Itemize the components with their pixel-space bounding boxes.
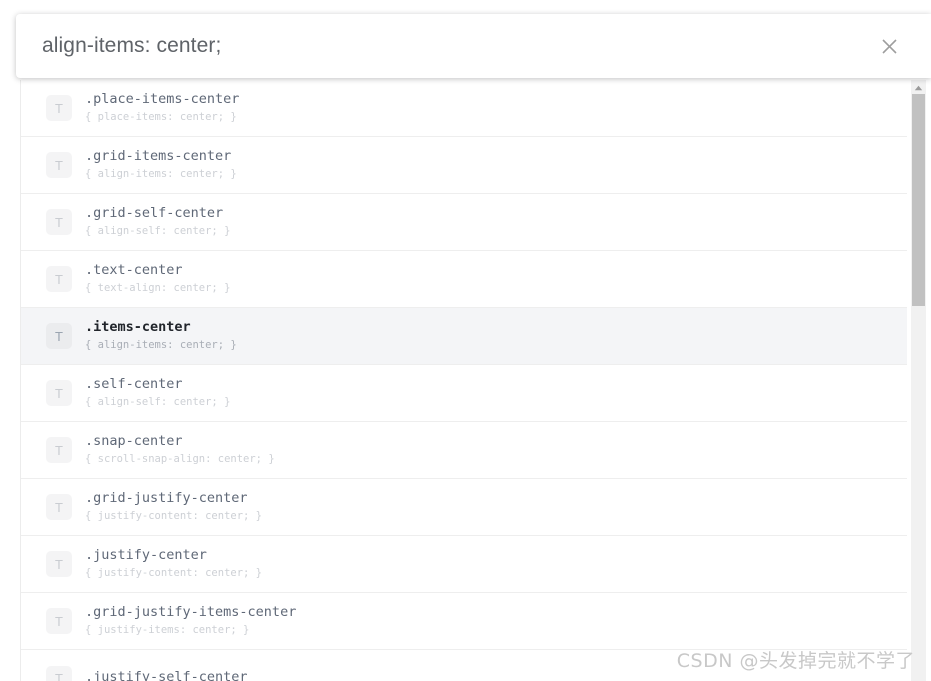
result-css-rule: { justify-content: center; } [85, 567, 263, 579]
text-type-icon: T [46, 551, 72, 577]
result-css-rule: { align-self: center; } [85, 396, 231, 408]
close-button[interactable] [867, 24, 911, 68]
text-type-icon: T [46, 152, 72, 178]
result-css-rule: { align-items: center; } [85, 339, 237, 351]
result-css-rule: { align-items: center; } [85, 168, 237, 180]
result-row-text: .self-center { align-self: center; } [85, 376, 230, 410]
result-row[interactable]: T .place-items-center { place-items: cente… [21, 80, 907, 137]
text-type-icon: T [46, 266, 72, 292]
result-row[interactable]: T .snap-center { scroll-snap-align: center… [21, 422, 907, 479]
result-class-name: .grid-self-center [85, 205, 224, 221]
results-panel: T .place-items-center { place-items: cente… [20, 80, 931, 681]
result-row-text: .snap-center { scroll-snap-align: center;… [85, 433, 275, 467]
result-row-text: .grid-self-center { align-self: center; } [85, 205, 230, 239]
result-row-text: .grid-justify-items-center { justify-item… [85, 604, 296, 638]
text-type-icon: T [46, 665, 72, 681]
text-type-icon: T [46, 380, 72, 406]
result-row-text: .place-items-center { place-items: center… [85, 91, 239, 125]
result-class-name: .text-center [85, 262, 183, 278]
result-css-rule: { justify-items: center; } [85, 624, 250, 636]
result-row-text: .justify-center { justify-content: center… [85, 547, 262, 581]
scrollbar-thumb[interactable] [912, 94, 925, 306]
result-row[interactable]: T .grid-justify-items-center { justify-ite… [21, 593, 907, 650]
result-row-text: .items-center { align-items: center; } [85, 319, 237, 353]
result-row[interactable]: T .text-center { text-align: center; } [21, 251, 907, 308]
text-type-icon: T [46, 209, 72, 235]
search-input[interactable] [40, 33, 867, 59]
result-css-rule: { place-items: center; } [85, 111, 237, 123]
text-type-icon: T [46, 95, 72, 121]
text-type-icon: T [46, 494, 72, 520]
result-row-text: .justify-self-center [85, 669, 248, 681]
result-class-name: .grid-justify-center [85, 490, 248, 506]
result-class-name: .snap-center [85, 433, 183, 449]
scroll-up-button[interactable] [911, 80, 926, 93]
result-row-text: .text-center { text-align: center; } [85, 262, 230, 296]
result-class-name: .place-items-center [85, 91, 240, 107]
result-row[interactable]: T .items-center { align-items: center; } [21, 308, 907, 365]
result-class-name: .items-center [85, 319, 191, 335]
result-class-name: .justify-center [85, 547, 207, 563]
text-type-icon: T [46, 608, 72, 634]
result-css-rule: { scroll-snap-align: center; } [85, 453, 275, 465]
result-row-text: .grid-justify-center { justify-content: c… [85, 490, 262, 524]
result-row[interactable]: T .grid-self-center { align-self: center; … [21, 194, 907, 251]
result-css-rule: { justify-content: center; } [85, 510, 263, 522]
result-row[interactable]: T .grid-justify-center { justify-content: … [21, 479, 907, 536]
result-class-name: .justify-self-center [85, 669, 248, 681]
result-row[interactable]: T .grid-items-center { align-items: center… [21, 137, 907, 194]
close-icon [881, 38, 897, 54]
results-list: T .place-items-center { place-items: cente… [21, 80, 907, 681]
result-class-name: .self-center [85, 376, 183, 392]
result-class-name: .grid-items-center [85, 148, 232, 164]
scrollbar[interactable] [911, 80, 926, 681]
result-row-text: .grid-items-center { align-items: center;… [85, 148, 237, 182]
result-css-rule: { align-self: center; } [85, 225, 231, 237]
text-type-icon: T [46, 437, 72, 463]
result-row[interactable]: T .self-center { align-self: center; } [21, 365, 907, 422]
result-class-name: .grid-justify-items-center [85, 604, 297, 620]
search-bar [16, 14, 931, 78]
result-css-rule: { text-align: center; } [85, 282, 231, 294]
watermark: CSDN @头发掉完就不学了 [676, 650, 915, 672]
text-type-icon: T [46, 323, 72, 349]
result-row[interactable]: T .justify-center { justify-content: cente… [21, 536, 907, 593]
